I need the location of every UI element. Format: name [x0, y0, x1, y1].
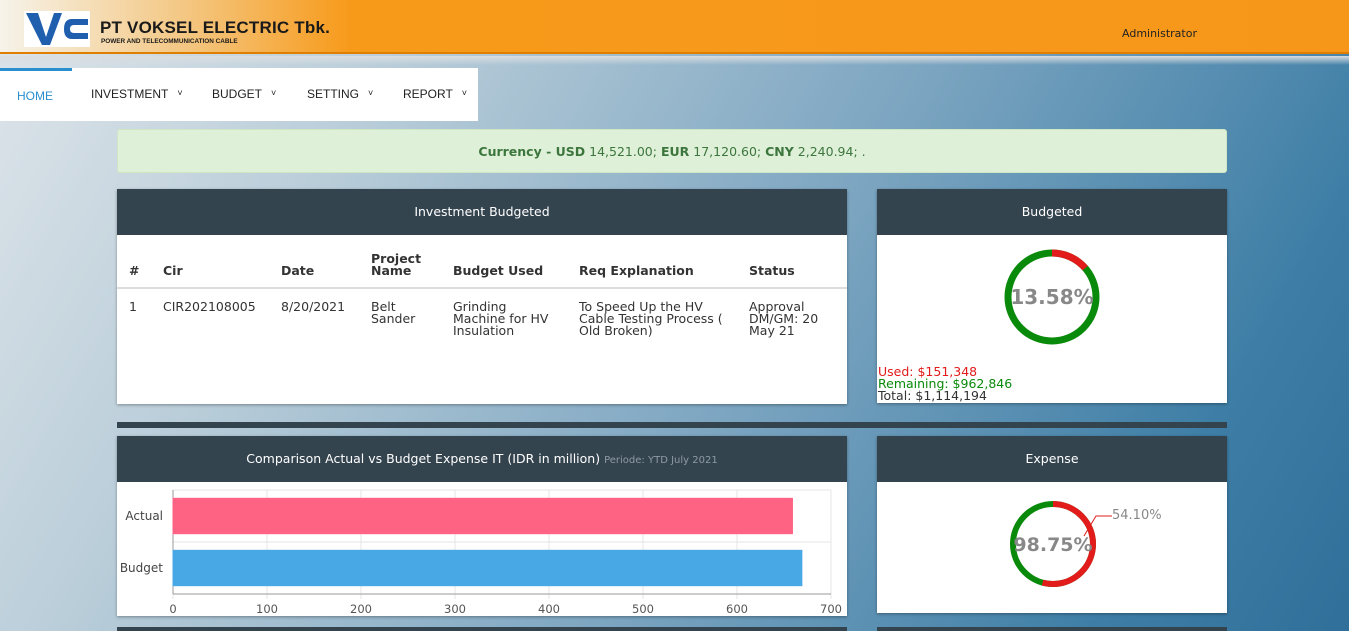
cell-cir: CIR202108005	[163, 299, 256, 314]
investment-table: # Cir Date Project Name Budget Used Req …	[117, 247, 847, 345]
expense-percent: 98.75%	[1013, 534, 1092, 556]
cny-code: CNY	[765, 144, 794, 159]
cell-index: 1	[129, 299, 137, 314]
user-menu[interactable]: Administrator	[1122, 27, 1197, 40]
nav-investment[interactable]: INVESTMENT ˅	[91, 68, 183, 121]
x-tick-label: 500	[632, 602, 654, 616]
comparison-period: Periode: YTD July 2021	[604, 455, 718, 466]
x-tick-label: 300	[444, 602, 466, 616]
chevron-down-icon: ˅	[177, 88, 183, 98]
company-name: PT VOKSEL ELECTRIC Tbk.	[100, 18, 331, 37]
budgeted-percent: 13.58%	[1010, 285, 1093, 309]
col-status: Status	[737, 247, 847, 289]
budget-total-text: Total: $1,114,194	[878, 388, 987, 403]
x-tick-label: 100	[256, 602, 278, 616]
nav-report-label: REPORT	[403, 87, 453, 101]
section-divider	[117, 422, 1227, 428]
col-cir: Cir	[151, 247, 269, 289]
comparison-bar-chart: 0 100 200 300 400 500 600 700 Actual Budget	[120, 489, 842, 616]
company-tagline: POWER AND TELECOMMUNICATION CABLE	[101, 38, 238, 45]
header-shadow	[0, 56, 1349, 65]
currency-label: Currency -	[478, 144, 556, 159]
budgeted-panel: Budgeted 13.58% Used: $151,348 Remaining…	[877, 189, 1227, 403]
eur-value: 17,120.60;	[693, 144, 762, 159]
eur-code: EUR	[660, 144, 690, 159]
company-logo	[24, 11, 90, 47]
y-tick-label: Budget	[120, 561, 163, 575]
cell-project-name: Belt Sander	[371, 299, 416, 326]
nav-report[interactable]: REPORT ˅	[403, 68, 467, 121]
comparison-panel-title: Comparison Actual vs Budget Expense IT (…	[117, 436, 847, 482]
budgeted-donut: 13.58%	[1004, 249, 1100, 345]
col-budget-used: Budget Used	[441, 247, 567, 289]
nav-setting-label: SETTING	[307, 87, 360, 101]
nav-investment-label: INVESTMENT	[91, 87, 169, 101]
comparison-title: Comparison Actual vs Budget Expense IT (…	[246, 451, 601, 466]
next-panel-edge	[117, 627, 847, 631]
top-bar: PT VOKSEL ELECTRIC Tbk. POWER AND TELECO…	[0, 0, 1349, 54]
expense-panel-title: Expense	[877, 436, 1227, 482]
table-row[interactable]: 1 CIR202108005 8/20/2021 Belt Sander Gri…	[117, 288, 847, 345]
nav-setting[interactable]: SETTING ˅	[307, 68, 373, 121]
col-index: #	[117, 247, 151, 289]
x-tick-label: 600	[726, 602, 748, 616]
bar-budget	[172, 549, 803, 587]
chevron-down-icon: ˅	[368, 88, 374, 98]
nav-budget-label: BUDGET	[212, 87, 263, 101]
col-req-explanation: Req Explanation	[567, 247, 737, 289]
investment-panel-title: Investment Budgeted	[117, 189, 847, 235]
col-project-name: Project Name	[359, 247, 441, 289]
nav-budget[interactable]: BUDGET ˅	[212, 68, 276, 121]
x-tick-label: 700	[820, 602, 842, 616]
x-tick-label: 0	[169, 602, 176, 616]
expense-callout: 54.10%	[1112, 508, 1162, 523]
cny-value: 2,240.94; .	[797, 144, 866, 159]
budgeted-legend: Used: $151,348 Remaining: $962,846 Total…	[878, 365, 1012, 403]
chevron-down-icon: ˅	[271, 88, 277, 98]
nav-home[interactable]: HOME	[0, 68, 72, 121]
bar-actual	[172, 497, 793, 535]
comparison-panel: Comparison Actual vs Budget Expense IT (…	[117, 436, 847, 616]
budgeted-panel-title: Budgeted	[877, 189, 1227, 235]
usd-value: 14,521.00;	[589, 144, 657, 159]
next-panel-edge	[877, 627, 1227, 631]
nav-home-label: HOME	[17, 89, 53, 103]
main-nav: HOME INVESTMENT ˅ BUDGET ˅ SETTING ˅ REPORT…	[0, 68, 478, 121]
cell-date: 8/20/2021	[281, 299, 346, 314]
col-date: Date	[269, 247, 359, 289]
x-tick-label: 200	[350, 602, 372, 616]
currency-alert: Currency - USD 14,521.00; EUR 17,120.60;…	[117, 129, 1227, 173]
x-tick-label: 400	[538, 602, 560, 616]
chevron-down-icon: ˅	[461, 88, 468, 98]
y-tick-label: Actual	[125, 509, 163, 523]
cell-budget-used: Grinding Machine for HV Insulation	[453, 299, 549, 338]
cell-status: Approval DM/GM: 20 May 21	[749, 299, 819, 338]
cell-req-explanation: To Speed Up the HV Cable Testing Process…	[579, 299, 723, 338]
investment-panel: Investment Budgeted # Cir Date Project N…	[117, 189, 847, 404]
usd-code: USD	[555, 144, 586, 159]
expense-panel: Expense 98.75% 54.10%	[877, 436, 1227, 613]
